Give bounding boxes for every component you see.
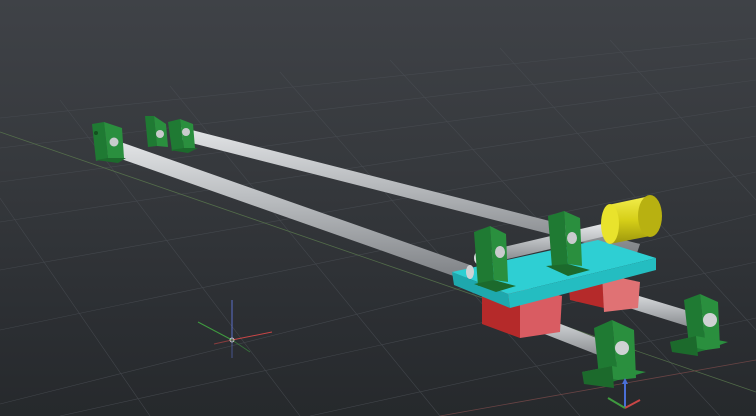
shaft-support-left-back-b[interactable]: [168, 119, 198, 153]
ground-axis-y: [439, 359, 756, 416]
shaft-support-left-front[interactable]: [92, 122, 126, 163]
shaft-support-front-right-b[interactable]: [670, 294, 728, 356]
3d-viewport[interactable]: [0, 0, 756, 416]
world-axis-gizmo: [197, 300, 273, 358]
shaft-support-left-back-a[interactable]: [145, 116, 168, 147]
rail-rod-front-end: [466, 265, 474, 279]
scene-canvas[interactable]: [0, 0, 756, 416]
